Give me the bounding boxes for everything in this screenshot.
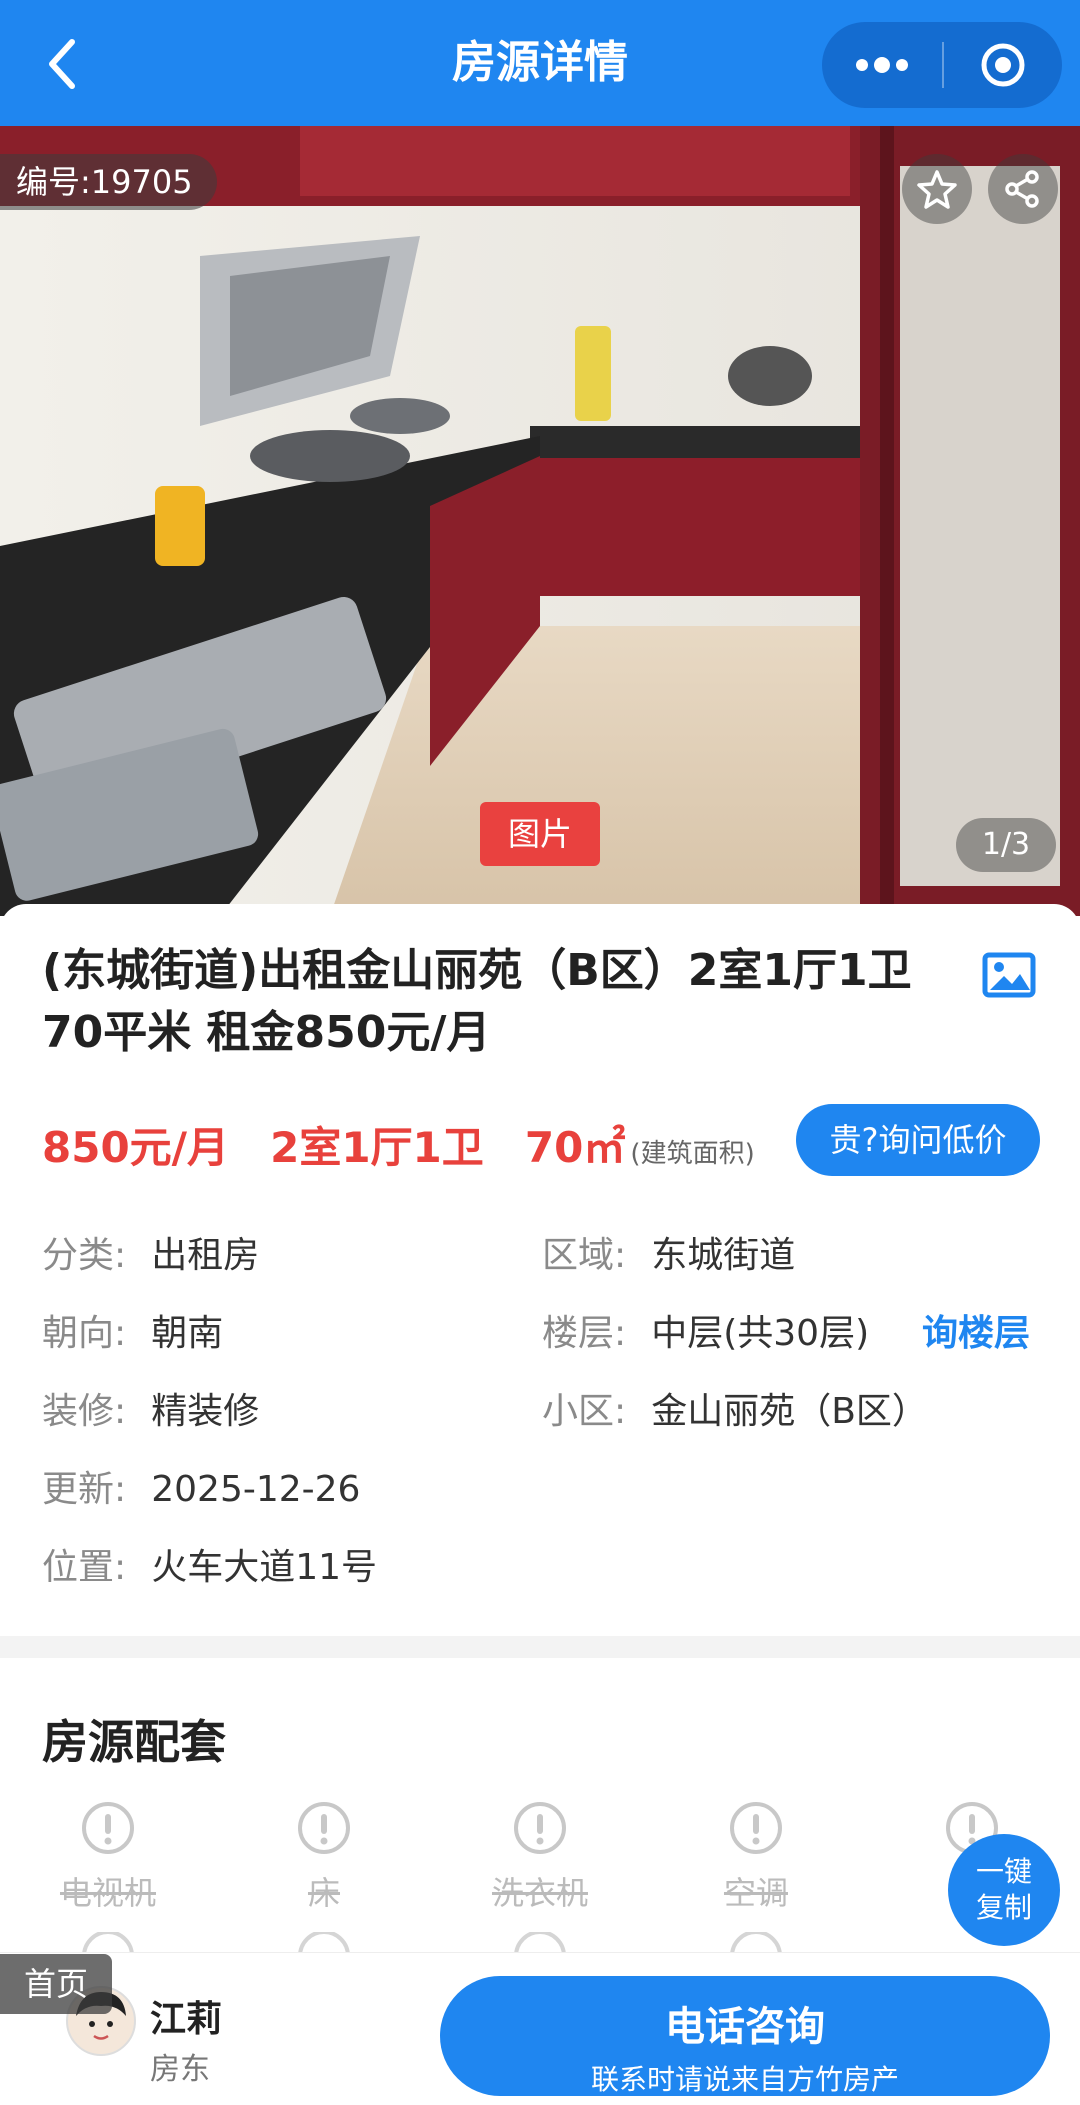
detail-label: 位置: bbox=[42, 1547, 127, 1588]
nav-bar: 房源详情 bbox=[0, 0, 1080, 126]
amenity-label: 床 bbox=[307, 1874, 340, 1912]
ask-lower-price-button[interactable]: 贵?询问低价 bbox=[796, 1104, 1040, 1176]
detail-value: 中层(共30层) bbox=[651, 1313, 870, 1354]
price-row: 850元/月 2室1厅1卫 70㎡ (建筑面积) bbox=[42, 1114, 755, 1175]
amenity-item: 空调 bbox=[676, 1800, 836, 1914]
amenity-label: 洗衣机 bbox=[491, 1874, 588, 1912]
detail-label: 小区: bbox=[542, 1391, 627, 1432]
detail-district: 区域: 东城街道 bbox=[542, 1226, 795, 1278]
close-miniprogram-icon[interactable] bbox=[980, 42, 1026, 88]
detail-label: 分类: bbox=[42, 1235, 127, 1276]
image-tab-tag[interactable]: 图片 bbox=[480, 802, 600, 866]
amenity-item: 电视机 bbox=[28, 1800, 188, 1914]
star-icon bbox=[917, 170, 957, 209]
share-icon bbox=[1005, 170, 1039, 208]
room-layout: 2室1厅1卫 bbox=[270, 1123, 484, 1172]
amenity-item: 床 bbox=[244, 1800, 404, 1914]
favorite-button[interactable] bbox=[902, 154, 972, 224]
amenity-label: 电视机 bbox=[59, 1874, 156, 1912]
detail-value: 火车大道11号 bbox=[151, 1547, 378, 1588]
detail-community: 小区: 金山丽苑（B区） bbox=[542, 1382, 928, 1434]
detail-floor: 楼层: 中层(共30层) bbox=[542, 1304, 869, 1356]
detail-value: 精装修 bbox=[151, 1391, 260, 1432]
section-divider bbox=[0, 1636, 1080, 1658]
photo-counter: 1/3 bbox=[956, 818, 1056, 872]
detail-category: 分类: 出租房 bbox=[42, 1226, 259, 1278]
agent-name: 江莉 bbox=[150, 1999, 223, 2040]
floor-area: 70㎡ bbox=[524, 1123, 626, 1172]
gallery-icon[interactable] bbox=[982, 952, 1036, 998]
agent-role: 房东 bbox=[150, 2052, 210, 2087]
detail-value: 金山丽苑（B区） bbox=[651, 1391, 928, 1432]
listing-title: (东城街道)出租金山丽苑（B区）2室1厅1卫70平米 租金850元/月 bbox=[42, 945, 912, 1058]
kitchen-photo bbox=[0, 126, 1080, 916]
ask-floor-link[interactable]: 询楼层 bbox=[922, 1304, 1030, 1356]
copy-label-line1: 一键 bbox=[975, 1855, 1032, 1888]
call-button-hint: 联系时请说来自方竹房产 bbox=[590, 2063, 899, 2096]
call-consult-button[interactable]: 电话咨询 联系时请说来自方竹房产 bbox=[440, 1976, 1050, 2096]
copy-label-line2: 复制 bbox=[975, 1891, 1032, 1924]
detail-label: 更新: bbox=[42, 1469, 127, 1510]
detail-decoration: 装修: 精装修 bbox=[42, 1382, 259, 1434]
unavailable-icon bbox=[514, 1802, 566, 1854]
amenity-label: 空调 bbox=[723, 1874, 788, 1912]
detail-updated: 更新: 2025-12-26 bbox=[42, 1460, 360, 1512]
area-note: (建筑面积) bbox=[630, 1139, 755, 1169]
share-button[interactable] bbox=[988, 154, 1058, 224]
mini-program-capsule bbox=[822, 22, 1062, 108]
listing-id-tag: 编号:19705 bbox=[0, 154, 217, 210]
capsule-divider bbox=[942, 42, 944, 88]
amenity-item: 洗衣机 bbox=[460, 1800, 620, 1914]
detail-value: 2025-12-26 bbox=[151, 1469, 361, 1510]
detail-value: 出租房 bbox=[151, 1235, 260, 1276]
call-button-label: 电话咨询 bbox=[665, 2004, 825, 2050]
unavailable-icon bbox=[82, 1802, 134, 1854]
detail-label: 区域: bbox=[542, 1235, 627, 1276]
listing-photo[interactable] bbox=[0, 126, 1080, 916]
detail-label: 装修: bbox=[42, 1391, 127, 1432]
detail-value: 东城街道 bbox=[651, 1235, 796, 1276]
rent-price: 850元/月 bbox=[42, 1123, 230, 1172]
more-dots-icon[interactable] bbox=[852, 50, 912, 80]
amenities-title: 房源配套 bbox=[42, 1715, 226, 1769]
one-click-copy-button[interactable]: 一键 复制 bbox=[948, 1834, 1060, 1946]
detail-value: 朝南 bbox=[151, 1313, 224, 1354]
unavailable-icon bbox=[298, 1802, 350, 1854]
detail-label: 朝向: bbox=[42, 1313, 127, 1354]
unavailable-icon bbox=[730, 1802, 782, 1854]
detail-orientation: 朝向: 朝南 bbox=[42, 1304, 223, 1356]
home-button[interactable]: 首页 bbox=[0, 1954, 112, 2014]
detail-location: 位置: 火车大道11号 bbox=[42, 1538, 377, 1590]
detail-label: 楼层: bbox=[542, 1313, 627, 1354]
